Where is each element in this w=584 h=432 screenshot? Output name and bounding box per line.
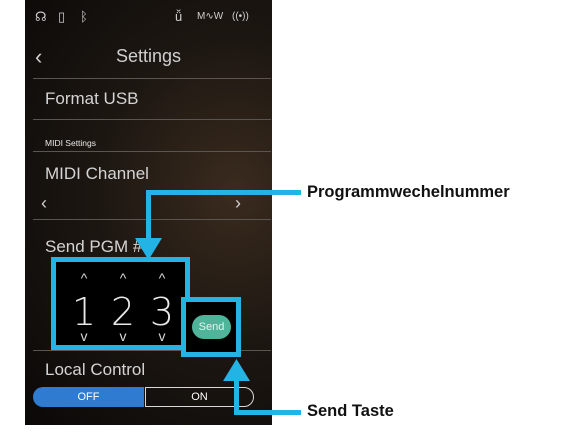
send-key-callout: Send Taste — [307, 402, 394, 420]
settings-header: ‹ Settings — [25, 38, 272, 78]
callout-arrow-down-icon — [135, 238, 162, 260]
divider — [33, 219, 271, 220]
digit3-down-button[interactable]: v — [147, 328, 177, 344]
format-usb-item[interactable]: Format USB — [45, 89, 139, 109]
headphones-icon: ☊ — [35, 9, 47, 24]
send-button-highlight: Send — [181, 297, 241, 357]
digit2-down-button[interactable]: v — [108, 328, 138, 344]
program-number-selector: ^ ^ ^ 1 2 3 v v v — [51, 257, 190, 350]
callout-arrow-up-icon — [223, 359, 250, 381]
midi-channel-next-button[interactable]: › — [235, 193, 241, 214]
digit2-up-button[interactable]: ^ — [108, 270, 138, 286]
wireless-icon: ((•)) — [232, 11, 249, 22]
page-title: Settings — [115, 46, 182, 66]
midi-channel-prev-button[interactable]: ‹ — [41, 193, 47, 214]
send-button[interactable]: Send — [192, 315, 231, 339]
send-pgm-label: Send PGM # — [45, 237, 143, 256]
bluetooth-icon: ᛒ — [80, 9, 88, 24]
program-change-callout: Programmwechelnummer — [307, 183, 510, 201]
digit3-up-button[interactable]: ^ — [147, 270, 177, 286]
callout-line-horizontal — [234, 410, 301, 415]
usb-icon: ▯ — [58, 9, 66, 24]
microphone-icon: ǚ — [175, 9, 183, 24]
local-control-label: Local Control — [45, 360, 146, 379]
sound-wave-icon: M∿W — [197, 11, 224, 22]
divider — [33, 78, 271, 79]
callout-line-horizontal — [146, 190, 301, 195]
midi-channel-label: MIDI Channel — [45, 164, 149, 183]
divider — [33, 151, 271, 152]
divider — [33, 119, 271, 120]
digit1-down-button[interactable]: v — [69, 328, 99, 344]
local-control-toggle[interactable]: OFF ON — [33, 387, 254, 407]
digit1-up-button[interactable]: ^ — [69, 270, 99, 286]
midi-settings-section-label: MIDI Settings — [45, 138, 97, 148]
local-control-off-option[interactable]: OFF — [33, 387, 144, 407]
callout-line-vertical — [146, 190, 151, 242]
status-bar: ☊ ▯ ᛒ ǚ M∿W ((•)) — [25, 0, 272, 36]
